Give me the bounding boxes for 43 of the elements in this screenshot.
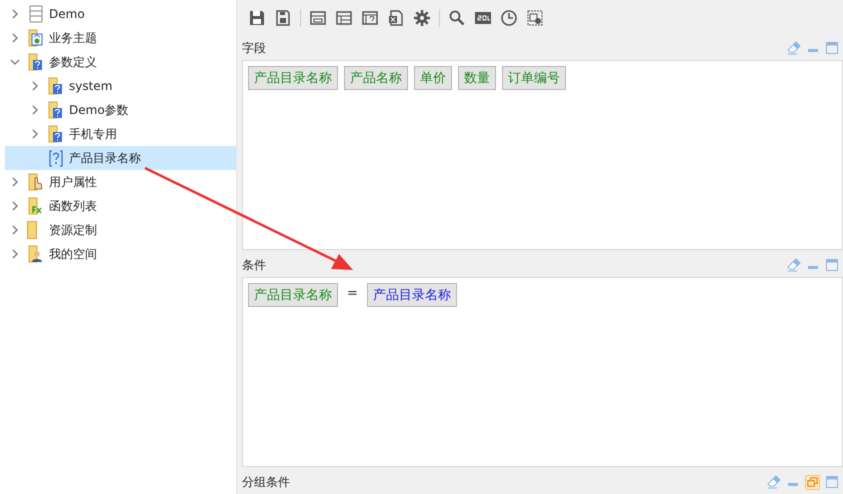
clock-icon[interactable] (500, 9, 518, 27)
tree-item[interactable]: system (5, 74, 236, 98)
settings-icon[interactable] (413, 9, 431, 27)
field-chip[interactable]: 订单编号 (502, 66, 566, 90)
field-chip[interactable]: 单价 (414, 66, 452, 90)
tree-item[interactable]: Demo (5, 2, 236, 26)
table-icon[interactable] (335, 9, 353, 27)
image-settings-icon[interactable] (526, 9, 544, 27)
subject-folder-icon (27, 29, 45, 47)
parameter-folder-icon (47, 77, 65, 95)
tree-item[interactable]: 业务主题 (5, 26, 236, 50)
parameter-chip[interactable]: 产品目录名称 (366, 283, 457, 307)
operator: = (346, 285, 359, 303)
sql-icon[interactable] (474, 9, 492, 27)
field-chip[interactable]: 数量 (458, 66, 496, 90)
tree-item[interactable]: 产品目录名称 (5, 146, 236, 170)
field-chip[interactable]: 产品名称 (344, 66, 408, 90)
panel-title: 字段 (242, 40, 267, 56)
database-icon (27, 5, 45, 23)
tree-item[interactable]: 函数列表 (5, 194, 236, 218)
parameter-folder-icon (47, 101, 65, 119)
field-chip[interactable]: 产品目录名称 (248, 66, 338, 90)
tree-item[interactable]: 资源定制 (5, 218, 236, 242)
excel-file-icon[interactable] (387, 9, 405, 27)
parameter-folder-icon (47, 125, 65, 143)
tree-item[interactable]: 手机专用 (5, 122, 236, 146)
tree-item[interactable]: 参数定义 (5, 50, 236, 74)
tree-item[interactable]: 我的空间 (5, 242, 236, 266)
parameter-icon (47, 149, 65, 167)
tree-item[interactable]: 用户属性 (5, 170, 236, 194)
parameter-folder-icon (27, 53, 45, 71)
search-icon[interactable] (448, 9, 466, 27)
layout-icon[interactable] (309, 9, 327, 27)
folder-icon (27, 221, 37, 239)
save-icon[interactable] (248, 9, 266, 27)
hand-folder-icon (27, 173, 45, 191)
person-folder-icon (27, 245, 45, 263)
save-as-icon[interactable] (274, 9, 292, 27)
panel-title: 分组条件 (242, 474, 291, 490)
tree-item[interactable]: Demo参数 (5, 98, 236, 122)
parameter-icon[interactable] (361, 9, 379, 27)
panel-title: 条件 (242, 256, 267, 274)
field-chip[interactable]: 产品目录名称 (248, 283, 338, 307)
